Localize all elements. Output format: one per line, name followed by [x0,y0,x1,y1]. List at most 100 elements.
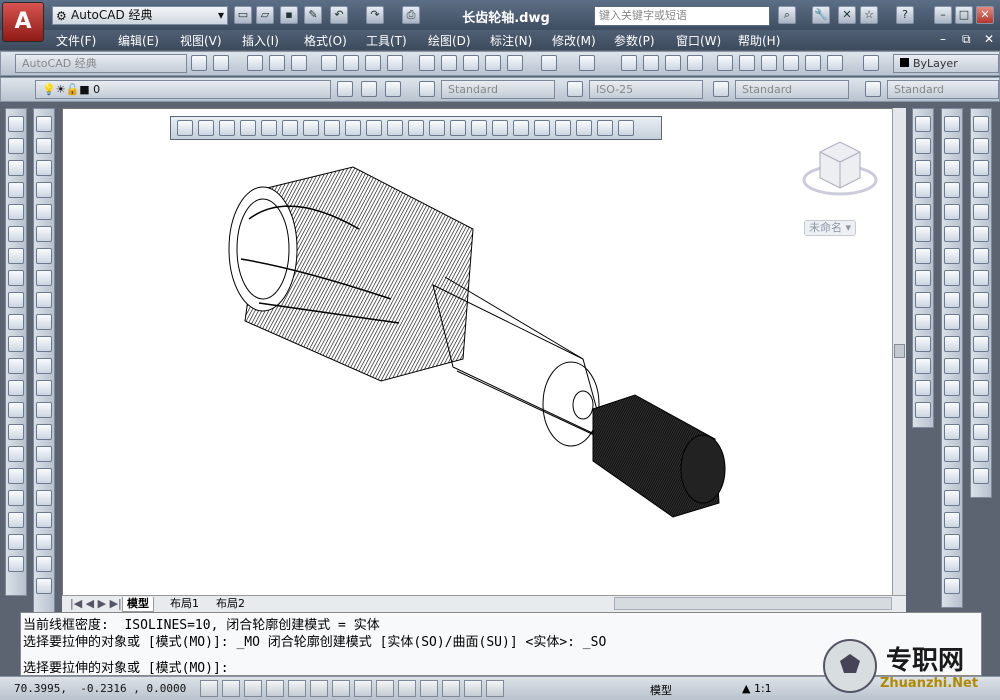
modify-tool-icon[interactable] [973,160,989,176]
dimension-tool-icon[interactable] [944,490,960,506]
menu-edit[interactable]: 编辑(E) [118,32,159,49]
text-style-combo[interactable]: Standard [441,80,555,99]
draw-tool-icon[interactable] [8,138,24,154]
modeling-tool-icon[interactable] [36,270,52,286]
view-tool-icon[interactable] [915,292,931,308]
modeling-tool-icon[interactable] [36,336,52,352]
modify-tool-icon[interactable] [973,358,989,374]
application-menu-button[interactable]: A [2,2,44,42]
block-editor-icon[interactable] [507,55,523,71]
doc-close[interactable]: ✕ [984,32,994,46]
status-toggle-icon[interactable] [222,680,240,697]
solid-edit-tool-icon[interactable] [492,120,508,136]
status-toggle-icon[interactable] [442,680,460,697]
modify-tool-icon[interactable] [973,402,989,418]
saveas-icon[interactable]: ✎ [304,6,322,24]
dimension-tool-icon[interactable] [944,556,960,572]
dimension-tool-icon[interactable] [944,138,960,154]
dimension-tool-icon[interactable] [944,270,960,286]
status-toggle-icon[interactable] [420,680,438,697]
zoom-realtime-icon[interactable] [643,55,659,71]
dimension-tool-icon[interactable] [944,160,960,176]
status-toggle-icon[interactable] [464,680,482,697]
draw-tool-icon[interactable] [8,314,24,330]
modeling-tool-icon[interactable] [36,292,52,308]
menu-format[interactable]: 格式(O) [304,32,347,49]
open-icon[interactable]: ▱ [256,6,274,24]
dim-style-icon[interactable] [567,81,583,97]
publish-icon[interactable] [365,55,381,71]
close-button[interactable]: ✕ [976,6,994,24]
dimension-tool-icon[interactable] [944,336,960,352]
modify-tool-icon[interactable] [973,226,989,242]
design-center-icon[interactable] [739,55,755,71]
view-tool-icon[interactable] [915,380,931,396]
solid-edit-tool-icon[interactable] [471,120,487,136]
draw-tool-icon[interactable] [8,512,24,528]
draw-tool-icon[interactable] [8,204,24,220]
menu-file[interactable]: 文件(F) [56,32,96,49]
status-toggle-icon[interactable] [244,680,262,697]
dimension-tool-icon[interactable] [944,292,960,308]
doc-restore[interactable]: ⧉ [962,32,971,47]
view-tool-icon[interactable] [915,358,931,374]
tab-layout1[interactable]: 布局1 [166,597,203,612]
draw-tool-icon[interactable] [8,380,24,396]
redo-icon[interactable] [579,55,595,71]
dimension-tool-icon[interactable] [944,446,960,462]
modify-tool-icon[interactable] [973,270,989,286]
view-tool-icon[interactable] [915,314,931,330]
star-icon[interactable]: ☆ [860,6,878,24]
view-tool-icon[interactable] [915,248,931,264]
exchange-icon[interactable]: ✕ [838,6,856,24]
drawing-viewport[interactable] [62,108,894,596]
draw-tool-icon[interactable] [8,292,24,308]
modeling-tool-icon[interactable] [36,138,52,154]
modeling-tool-icon[interactable] [36,358,52,374]
text-style-icon[interactable] [419,81,435,97]
view-tool-icon[interactable] [915,138,931,154]
solid-edit-tool-icon[interactable] [429,120,445,136]
status-toggle-icon[interactable] [310,680,328,697]
modify-tool-icon[interactable] [973,314,989,330]
layer-manager-icon[interactable] [337,81,353,97]
modify-tool-icon[interactable] [973,468,989,484]
solid-edit-tool-icon[interactable] [555,120,571,136]
undo-icon[interactable] [541,55,557,71]
solid-edit-tool-icon[interactable] [345,120,361,136]
tab-layout2[interactable]: 布局2 [212,597,249,612]
draw-tool-icon[interactable] [8,490,24,506]
modeling-tool-icon[interactable] [36,556,52,572]
table-style-icon[interactable] [713,81,729,97]
markup-icon[interactable] [805,55,821,71]
horizontal-scrollbar[interactable] [614,597,892,610]
status-toggle-icon[interactable] [354,680,372,697]
pan-icon[interactable] [621,55,637,71]
cut-icon[interactable] [419,55,435,71]
draw-tool-icon[interactable] [8,248,24,264]
scroll-thumb[interactable] [894,344,905,358]
draw-tool-icon[interactable] [8,226,24,242]
modeling-tool-icon[interactable] [36,578,52,594]
sheet-set-icon[interactable] [783,55,799,71]
multileader-style-combo[interactable]: Standard [887,80,999,99]
dimension-tool-icon[interactable] [944,468,960,484]
new-icon[interactable]: ▭ [234,6,252,24]
status-toggle-icon[interactable] [200,680,218,697]
view-tool-icon[interactable] [915,160,931,176]
doc-minimize[interactable]: – [940,32,946,46]
properties-icon[interactable] [717,55,733,71]
dimension-tool-icon[interactable] [944,358,960,374]
undo-icon[interactable]: ↶ [330,6,348,24]
modify-tool-icon[interactable] [973,336,989,352]
status-toggle-icon[interactable] [332,680,350,697]
status-toggle-icon[interactable] [266,680,284,697]
draw-tool-icon[interactable] [8,270,24,286]
modeling-tool-icon[interactable] [36,248,52,264]
annotation-scale[interactable]: ▲ 1:1 [742,682,772,695]
dim-style-combo[interactable]: ISO-25 [589,80,703,99]
open-icon[interactable] [269,55,285,71]
qnew-icon[interactable] [247,55,263,71]
dimension-tool-icon[interactable] [944,512,960,528]
tool-palettes-icon[interactable] [761,55,777,71]
